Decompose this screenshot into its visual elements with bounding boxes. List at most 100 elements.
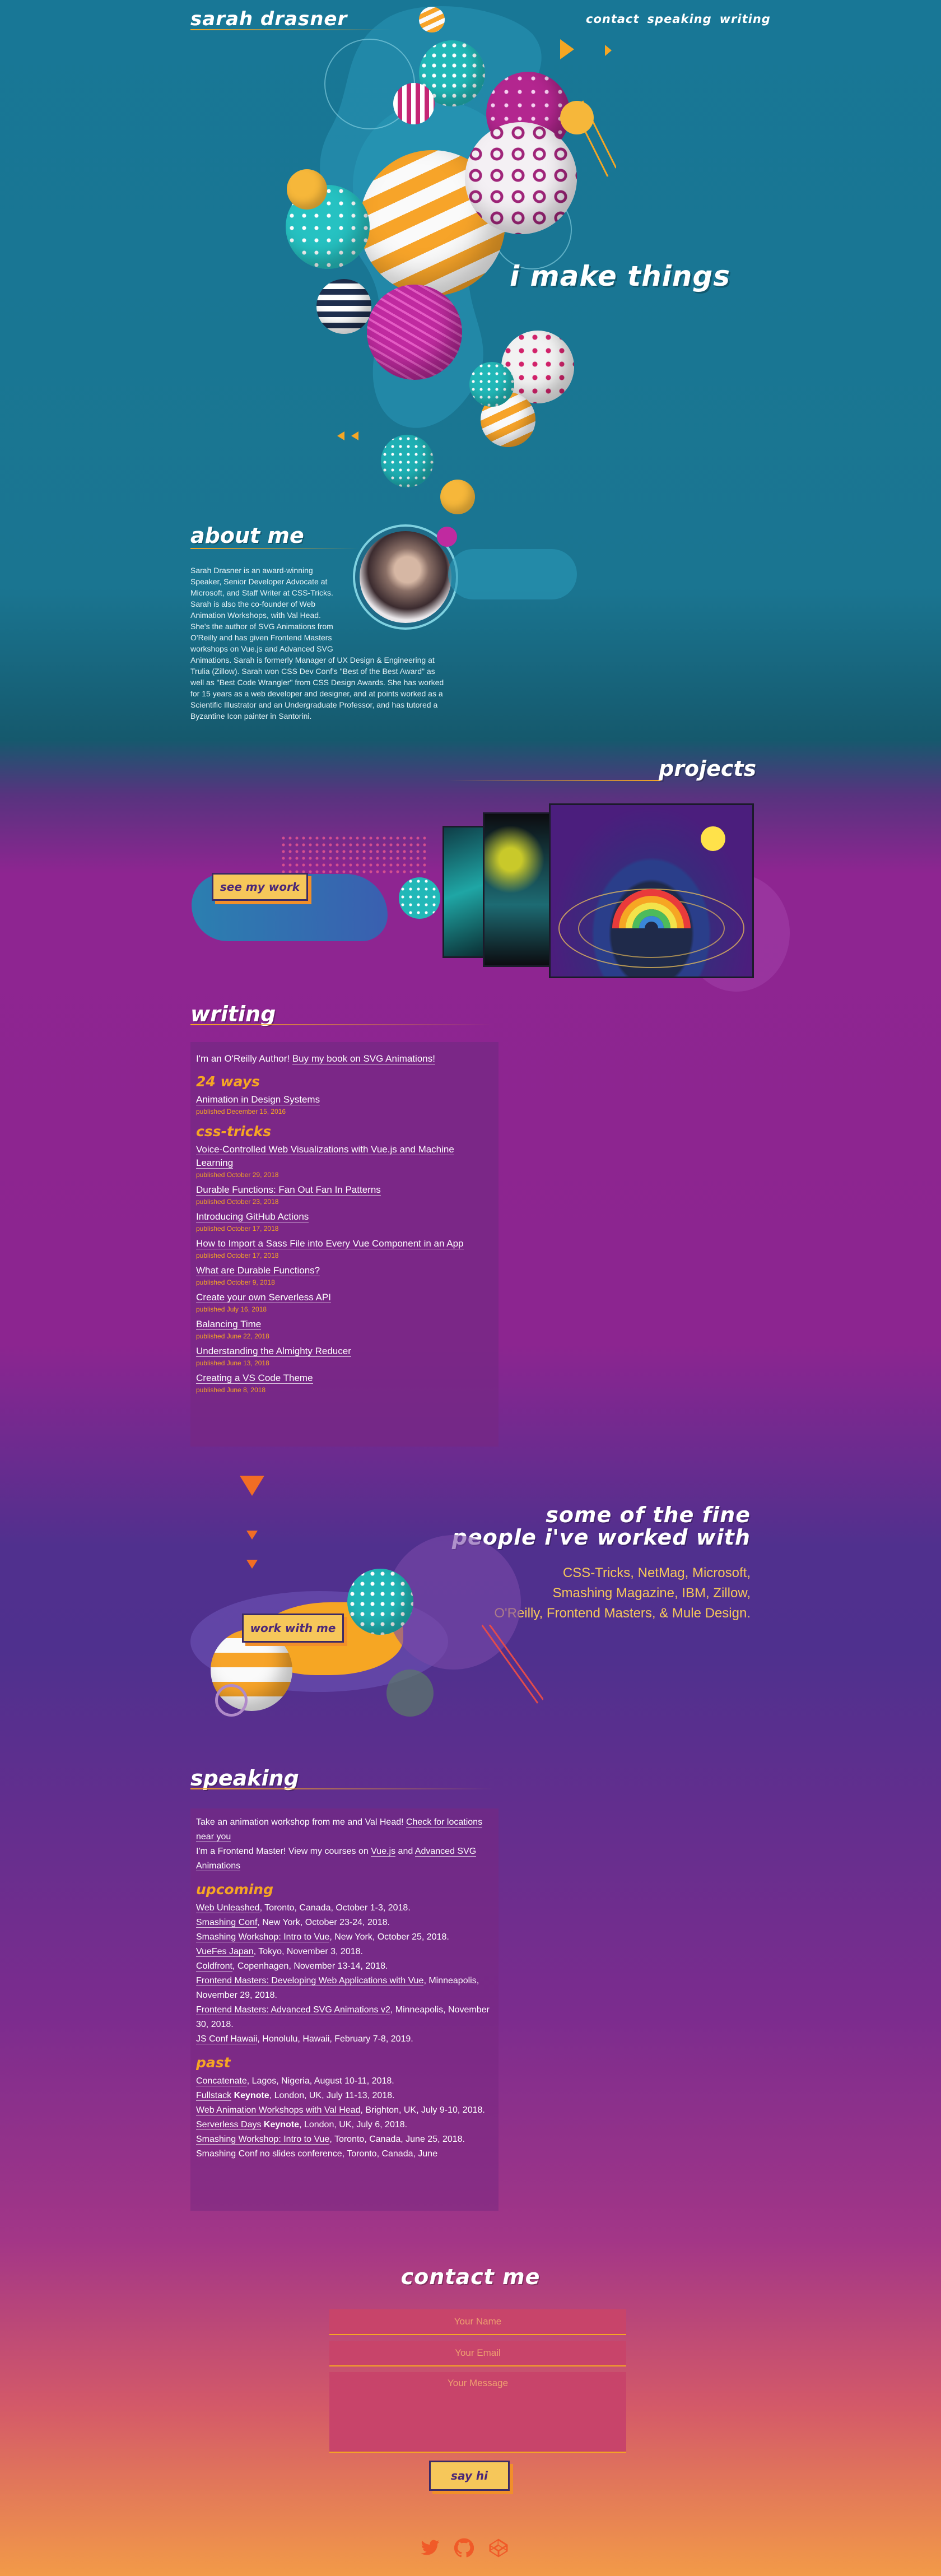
writing-post: Creating a VS Code Theme published June … xyxy=(196,1371,493,1394)
post-link[interactable]: Create your own Serverless API xyxy=(196,1292,331,1303)
event-link[interactable]: Fullstack xyxy=(196,2091,232,2101)
speaking-event: Smashing Conf no slides conference, Toro… xyxy=(196,2147,493,2161)
project-thumb-1[interactable] xyxy=(442,826,485,958)
writing-intro-text: I'm an O'Reilly Author! xyxy=(196,1053,292,1064)
post-date: published October 23, 2018 xyxy=(196,1198,279,1206)
writing-content: I'm an O'Reilly Author! Buy my book on S… xyxy=(196,1052,493,1398)
project-thumb-2[interactable] xyxy=(483,812,551,967)
github-icon[interactable] xyxy=(454,2538,474,2558)
post-link[interactable]: Balancing Time xyxy=(196,1319,262,1330)
balloon-yellow-small xyxy=(440,480,475,514)
event-link[interactable]: Serverless Days xyxy=(196,2120,262,2130)
balloon-teal-bottom xyxy=(381,435,434,487)
project-thumb-3-art xyxy=(558,826,744,968)
bio-line: Animations. Sarah is formerly Manager of… xyxy=(190,655,435,664)
speaking-event: JS Conf Hawaii, Honolulu, Hawaii, Februa… xyxy=(196,2032,493,2047)
speaking-intro-text: and xyxy=(395,1847,415,1856)
writing-title: writing xyxy=(190,1002,276,1026)
speaking-intro-courses: I'm a Frontend Master! View my courses o… xyxy=(196,1844,493,1873)
speaking-intro-text: I'm a Frontend Master! View my courses o… xyxy=(196,1847,371,1856)
nav-speaking[interactable]: speaking xyxy=(647,12,712,26)
bio-line: well as "Best Code Wrangler" from CSS De… xyxy=(190,678,444,687)
work-with-me-button[interactable]: work with me xyxy=(242,1614,344,1643)
event-details: , London, UK, July 11-13, 2018. xyxy=(269,2091,395,2100)
post-date: published July 16, 2018 xyxy=(196,1305,267,1313)
writing-title-line xyxy=(190,1024,493,1025)
twitter-icon[interactable] xyxy=(420,2538,440,2558)
event-link[interactable]: JS Conf Hawaii xyxy=(196,2034,258,2044)
post-link[interactable]: Understanding the Almighty Reducer xyxy=(196,1346,351,1357)
vue-course-link[interactable]: Vue.js xyxy=(371,1847,396,1857)
event-link[interactable]: Frontend Masters: Developing Web Applica… xyxy=(196,1976,424,1986)
writing-post: What are Durable Functions? published Oc… xyxy=(196,1264,493,1286)
event-link[interactable]: Frontend Masters: Advanced SVG Animation… xyxy=(196,2005,390,2015)
bio-line: for 15 years as a web developer and desi… xyxy=(190,689,443,698)
event-link[interactable]: VueFes Japan xyxy=(196,1947,254,1957)
writing-post: How to Import a Sass File into Every Vue… xyxy=(196,1237,493,1259)
email-field[interactable]: Your Email xyxy=(329,2341,626,2366)
event-link[interactable]: Smashing Workshop: Intro to Vue xyxy=(196,1932,330,1942)
bio-line: Byzantine Icon painter in Santorini. xyxy=(190,712,312,720)
balloon-magenta-zigzag xyxy=(367,285,462,380)
post-link[interactable]: Voice-Controlled Web Visualizations with… xyxy=(196,1144,454,1169)
post-date: published December 15, 2016 xyxy=(196,1108,286,1115)
clients-lines xyxy=(482,1625,543,1704)
nav-writing[interactable]: writing xyxy=(720,12,771,26)
post-link[interactable]: Creating a VS Code Theme xyxy=(196,1373,313,1384)
message-field[interactable]: Your Message xyxy=(329,2372,626,2453)
bio-line: She's the author of SVG Animations from xyxy=(190,622,333,631)
post-link[interactable]: How to Import a Sass File into Every Vue… xyxy=(196,1238,464,1249)
codepen-icon[interactable] xyxy=(488,2538,509,2558)
event-details: , Copenhagen, November 13-14, 2018. xyxy=(232,1961,388,1971)
post-link[interactable]: What are Durable Functions? xyxy=(196,1265,320,1276)
event-link[interactable]: Concatenate xyxy=(196,2076,247,2086)
speaking-event: Frontend Masters: Advanced SVG Animation… xyxy=(196,2003,493,2032)
event-details: , Brighton, UK, July 9-10, 2018. xyxy=(360,2105,485,2115)
writing-post: Introducing GitHub Actions published Oct… xyxy=(196,1210,493,1233)
writing-post: Voice-Controlled Web Visualizations with… xyxy=(196,1143,493,1179)
event-details: Smashing Conf no slides conference, Toro… xyxy=(196,2149,438,2159)
event-details: , Tokyo, November 3, 2018. xyxy=(253,1947,363,1956)
speaking-content: Take an animation workshop from me and V… xyxy=(196,1815,493,2207)
buy-book-link[interactable]: Buy my book on SVG Animations! xyxy=(292,1053,435,1064)
writing-post: Create your own Serverless API published… xyxy=(196,1291,493,1313)
event-link[interactable]: Web Unleashed xyxy=(196,1903,260,1913)
clients-circle-green xyxy=(386,1670,434,1717)
post-link[interactable]: Introducing GitHub Actions xyxy=(196,1211,309,1222)
speaking-title-line xyxy=(190,1788,493,1789)
event-link[interactable]: Web Animation Workshops with Val Head xyxy=(196,2105,361,2115)
speaking-event: Fullstack Keynote, London, UK, July 11-1… xyxy=(196,2089,493,2103)
projects-teal-balloon xyxy=(399,877,440,919)
writing-post: Balancing Time published June 22, 2018 xyxy=(196,1318,493,1340)
event-link[interactable]: Coldfront xyxy=(196,1961,232,1971)
name-field[interactable]: Your Name xyxy=(329,2309,626,2335)
balloon-orange-top xyxy=(419,7,445,32)
post-link[interactable]: Animation in Design Systems xyxy=(196,1094,320,1105)
speaking-intro-text: Take an animation workshop from me and V… xyxy=(196,1817,407,1827)
bio-line: Animation Workshops, with Val Head. xyxy=(190,611,321,620)
bio-line: Sarah Drasner is an award-winning xyxy=(190,566,313,575)
project-thumb-3[interactable] xyxy=(549,803,754,978)
writing-group-title: 24 ways xyxy=(196,1073,260,1090)
bio-line: O'Reilly and has given Frontend Masters xyxy=(190,633,332,642)
say-hi-button[interactable]: say hi xyxy=(429,2461,510,2491)
keynote-label: Keynote xyxy=(261,2120,300,2129)
about-title: about me xyxy=(190,523,304,548)
past-title: past xyxy=(196,2054,231,2071)
post-date: published June 13, 2018 xyxy=(196,1359,269,1367)
speaking-event: Web Unleashed, Toronto, Canada, October … xyxy=(196,1901,493,1915)
post-link[interactable]: Durable Functions: Fan Out Fan In Patter… xyxy=(196,1184,381,1196)
clients-triangles xyxy=(240,1476,264,1569)
hero-tagline: i make things xyxy=(510,260,730,292)
event-link[interactable]: Smashing Conf xyxy=(196,1918,258,1928)
bio-line: Sarah is also the co-founder of Web xyxy=(190,599,316,608)
event-details: , New York, October 25, 2018. xyxy=(329,1932,449,1942)
bio-line: Trulia (Zillow). Sarah won CSS Dev Conf'… xyxy=(190,667,435,676)
speaking-event: Coldfront, Copenhagen, November 13-14, 2… xyxy=(196,1959,493,1974)
balloon-orange-right xyxy=(560,101,594,134)
speaking-event: Web Animation Workshops with Val Head, B… xyxy=(196,2103,493,2118)
see-my-work-button[interactable]: see my work xyxy=(212,873,308,901)
speaking-event: Frontend Masters: Developing Web Applica… xyxy=(196,1974,493,2003)
event-link[interactable]: Smashing Workshop: Intro to Vue xyxy=(196,2135,330,2145)
writing-post: Durable Functions: Fan Out Fan In Patter… xyxy=(196,1183,493,1206)
